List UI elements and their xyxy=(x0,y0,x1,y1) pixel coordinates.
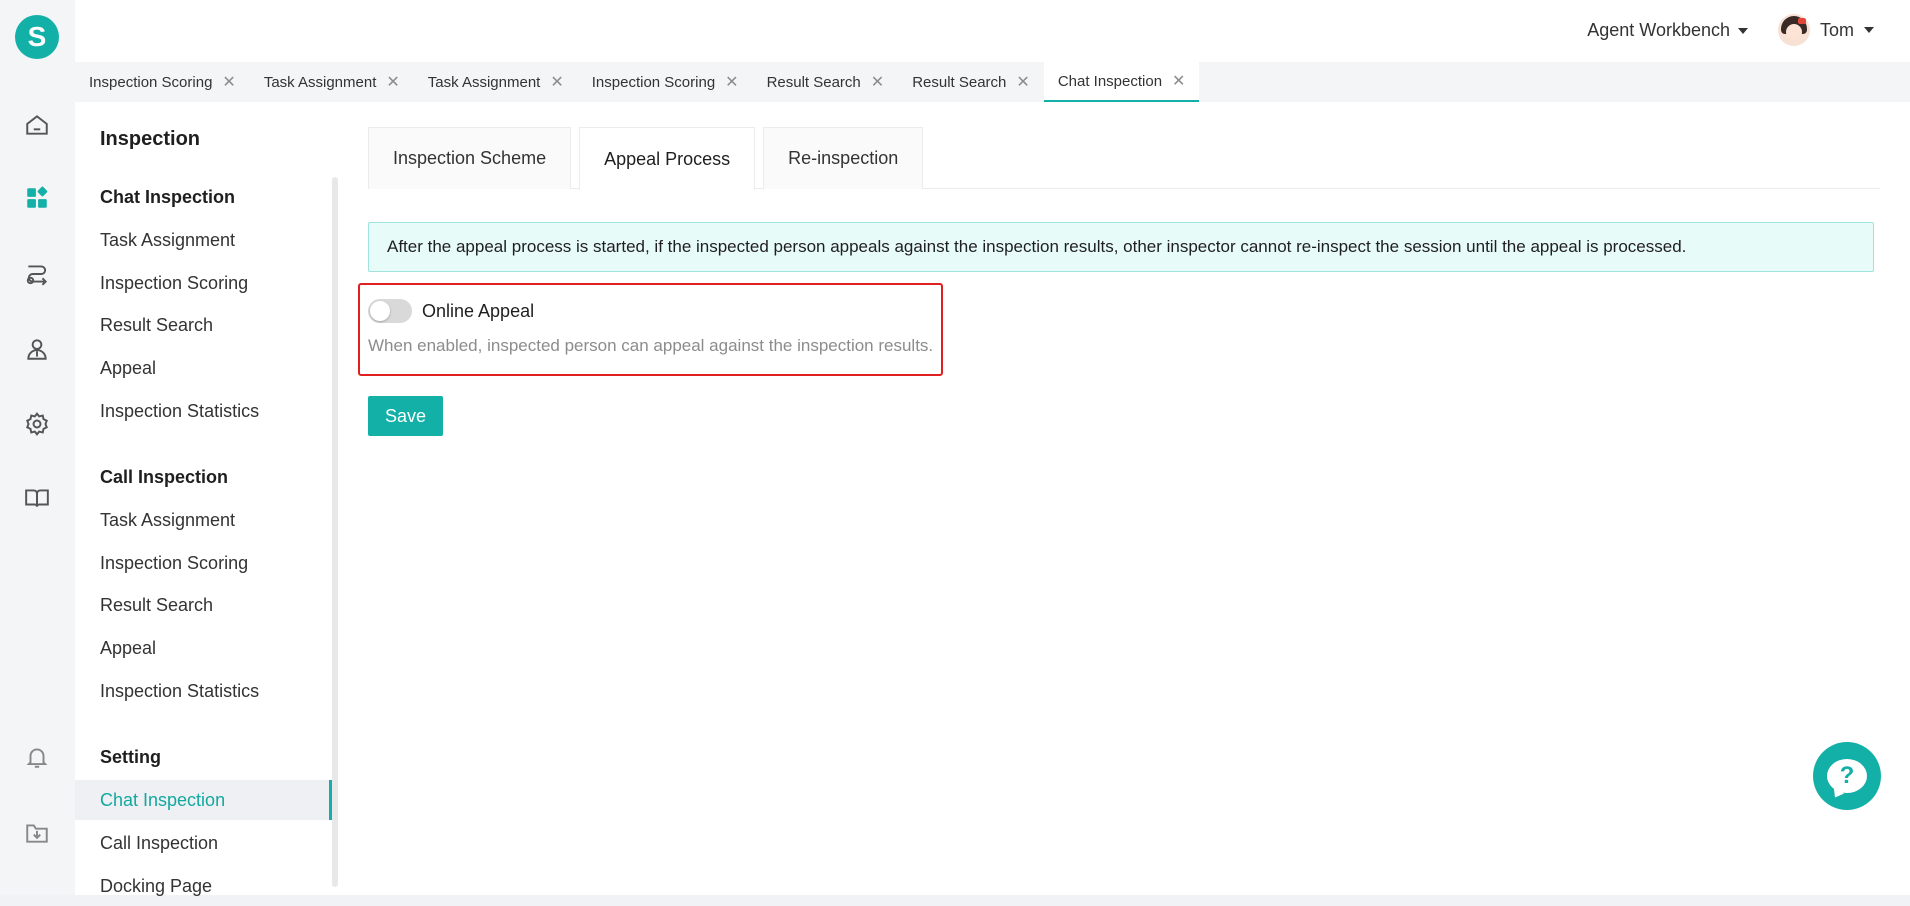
help-button[interactable]: ? xyxy=(1813,742,1881,810)
toggle-knob xyxy=(370,301,390,321)
sidebar-item-docking-page[interactable]: Docking Page xyxy=(75,866,332,906)
page-tab[interactable]: Task Assignment ✕ xyxy=(250,62,414,102)
sidebar-item-result-search[interactable]: Result Search xyxy=(75,305,332,345)
close-icon[interactable]: ✕ xyxy=(222,72,235,92)
caret-down-icon xyxy=(1738,27,1748,34)
tab-inspection-scheme[interactable]: Inspection Scheme xyxy=(368,127,572,189)
close-icon[interactable]: ✕ xyxy=(1172,71,1185,91)
online-appeal-toggle[interactable] xyxy=(368,299,412,323)
sidebar-item-inspection-statistics[interactable]: Inspection Statistics xyxy=(75,671,332,711)
online-appeal-label: Online Appeal xyxy=(422,301,535,321)
sidebar-group-setting: Setting xyxy=(100,747,161,767)
book-icon[interactable] xyxy=(22,483,52,513)
agent-workbench-dropdown[interactable]: Agent Workbench xyxy=(1587,20,1748,41)
save-button[interactable]: Save xyxy=(368,396,443,436)
tab-re-inspection[interactable]: Re-inspection xyxy=(763,127,924,189)
download-folder-icon[interactable] xyxy=(22,818,52,848)
tab-appeal-process[interactable]: Appeal Process xyxy=(579,127,756,190)
left-rail: S xyxy=(0,0,75,895)
top-bar: Agent Workbench Tom xyxy=(75,0,1910,62)
page-tab-active[interactable]: Chat Inspection ✕ xyxy=(1043,62,1200,102)
close-icon[interactable]: ✕ xyxy=(1016,72,1029,92)
user-menu[interactable]: Tom xyxy=(1777,14,1874,46)
page-tab[interactable]: Inspection Scoring ✕ xyxy=(578,62,753,102)
online-appeal-description: When enabled, inspected person can appea… xyxy=(368,336,934,355)
main-content: Inspection Scheme Appeal Process Re-insp… xyxy=(338,102,1910,895)
sidebar-group-call-inspection: Call Inspection xyxy=(100,467,229,487)
sidebar-item-task-assignment[interactable]: Task Assignment xyxy=(75,220,332,260)
sidebar: Inspection Chat Inspection Task Assignme… xyxy=(75,102,338,896)
sidebar-group-chat-inspection: Chat Inspection xyxy=(100,187,236,207)
sidebar-item-appeal[interactable]: Appeal xyxy=(75,348,332,388)
caret-down-icon xyxy=(1864,27,1874,33)
agent-icon[interactable] xyxy=(22,334,52,364)
page-tab[interactable]: Result Search ✕ xyxy=(753,62,899,102)
close-icon[interactable]: ✕ xyxy=(725,72,738,92)
help-icon: ? xyxy=(1827,759,1867,793)
dashboard-icon[interactable] xyxy=(22,183,52,213)
avatar xyxy=(1777,14,1810,46)
content-tabs: Inspection Scheme Appeal Process Re-insp… xyxy=(368,127,1880,190)
gear-icon[interactable] xyxy=(22,409,52,439)
page-tab-strip: Inspection Scoring ✕ Task Assignment ✕ Tas… xyxy=(75,62,1910,102)
route-icon[interactable] xyxy=(22,259,52,289)
sidebar-item-inspection-statistics[interactable]: Inspection Statistics xyxy=(75,391,332,431)
sidebar-item-inspection-scoring[interactable]: Inspection Scoring xyxy=(75,263,332,303)
info-notice: After the appeal process is started, if … xyxy=(368,222,1874,272)
sidebar-title: Inspection xyxy=(100,128,201,150)
sidebar-item-inspection-scoring[interactable]: Inspection Scoring xyxy=(75,543,332,583)
app-logo[interactable]: S xyxy=(15,15,59,59)
page-tab[interactable]: Task Assignment ✕ xyxy=(414,62,578,102)
sidebar-item-task-assignment[interactable]: Task Assignment xyxy=(75,500,332,540)
sidebar-item-setting-call-inspection[interactable]: Call Inspection xyxy=(75,823,332,863)
sidebar-item-result-search[interactable]: Result Search xyxy=(75,585,332,625)
home-icon[interactable] xyxy=(22,110,52,140)
highlight-box xyxy=(358,283,943,376)
close-icon[interactable]: ✕ xyxy=(871,72,884,92)
close-icon[interactable]: ✕ xyxy=(386,72,399,92)
close-icon[interactable]: ✕ xyxy=(550,72,563,92)
page-tab[interactable]: Result Search ✕ xyxy=(898,62,1044,102)
sidebar-item-setting-chat-inspection[interactable]: Chat Inspection xyxy=(75,780,332,820)
bell-icon[interactable] xyxy=(22,742,52,772)
sidebar-item-appeal[interactable]: Appeal xyxy=(75,628,332,668)
page-tab[interactable]: Inspection Scoring ✕ xyxy=(75,62,250,102)
